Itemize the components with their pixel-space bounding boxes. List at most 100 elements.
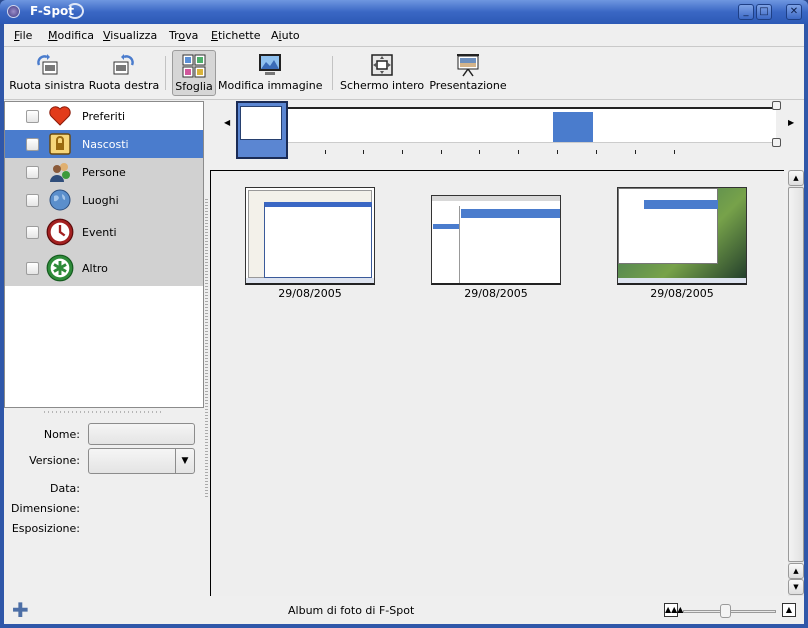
minimize-button[interactable]: _: [738, 4, 754, 20]
scroll-up-button[interactable]: ▲: [788, 170, 804, 186]
name-field[interactable]: [88, 423, 195, 445]
tag-label: Persone: [82, 166, 126, 179]
application-window: F-Spot _ □ ✕ File Modifica Visualizza Tr…: [0, 0, 808, 628]
tag-row-luoghi[interactable]: Luoghi: [5, 186, 203, 214]
timeline-right-arrow-icon[interactable]: ▶: [788, 118, 794, 127]
tag-checkbox[interactable]: [26, 110, 39, 123]
status-bar: ✚ Album di foto di F-Spot ▲▲▲ ▲: [4, 598, 804, 624]
tag-checkbox[interactable]: [26, 262, 39, 275]
timeline-tick: [674, 150, 675, 154]
name-label: Nome:: [43, 428, 80, 441]
fullscreen-button[interactable]: Schermo intero: [340, 50, 424, 96]
menu-file[interactable]: File: [14, 29, 32, 42]
photo-thumbnail[interactable]: 29/08/2005: [245, 187, 375, 300]
lock-icon: [49, 133, 71, 155]
photo-date: 29/08/2005: [278, 287, 342, 300]
tag-row-eventi[interactable]: Eventi: [5, 214, 203, 250]
timeline-end-handle[interactable]: [772, 138, 781, 147]
rotate-left-button[interactable]: Ruota sinistra: [8, 50, 86, 96]
timeline-tick: [363, 150, 364, 154]
tag-label: Preferiti: [82, 110, 126, 123]
people-icon: [50, 163, 70, 182]
photo-image[interactable]: [431, 195, 561, 285]
slideshow-button[interactable]: Presentazione: [428, 50, 508, 96]
zoom-in-tree-icon[interactable]: ▲: [782, 603, 796, 617]
timeline-left-arrow-icon[interactable]: ◀: [224, 118, 230, 127]
photo-thumbnail[interactable]: 29/08/2005: [431, 195, 561, 300]
timeline-tick: [441, 150, 442, 154]
toolbar-separator: [332, 56, 333, 90]
chevron-down-icon[interactable]: ▼: [175, 449, 194, 473]
fullscreen-icon: [371, 54, 393, 76]
slideshow-label: Presentazione: [429, 79, 507, 92]
menu-etichette[interactable]: Etichette: [211, 29, 261, 42]
scroll-down-button[interactable]: ▼: [788, 579, 804, 595]
zoom-slider-knob[interactable]: [719, 604, 731, 618]
toolbar-separator: [165, 56, 166, 90]
rotate-left-label: Ruota sinistra: [9, 79, 85, 92]
title-bar[interactable]: F-Spot _ □ ✕: [0, 0, 808, 24]
timeline-tick: [596, 150, 597, 154]
close-button[interactable]: ✕: [786, 4, 802, 20]
photo-image[interactable]: [617, 187, 747, 285]
timeline-tick: [479, 150, 480, 154]
timeline-selection-window: [240, 106, 282, 140]
tag-row-preferiti[interactable]: Preferiti: [5, 102, 203, 130]
timeline-selection-glass[interactable]: [236, 101, 288, 159]
timeline-bar[interactable]: [240, 107, 776, 143]
edit-image-icon: [259, 54, 281, 75]
tag-label: Altro: [82, 262, 108, 275]
exposure-label: Esposizione:: [11, 522, 80, 535]
tag-checkbox[interactable]: [26, 194, 39, 207]
menu-modifica[interactable]: Modifica: [48, 29, 94, 42]
rotate-right-icon: [113, 54, 134, 75]
browse-label: Sfoglia: [175, 80, 213, 93]
rotate-right-button[interactable]: Ruota destra: [88, 50, 160, 96]
browse-grid-icon: [182, 54, 206, 78]
menu-bar: File Modifica Visualizza Trova Etichette…: [4, 24, 804, 47]
heart-icon: [49, 106, 71, 126]
tag-label: Eventi: [82, 226, 117, 239]
fullscreen-label: Schermo intero: [340, 79, 425, 92]
tag-checkbox[interactable]: [26, 226, 39, 239]
pane-resize-handle[interactable]: [205, 199, 208, 499]
sidebar-split-handle[interactable]: [44, 411, 164, 413]
timeline-tick: [402, 150, 403, 154]
scroll-thumb[interactable]: [788, 187, 804, 562]
menu-aiuto[interactable]: Aiuto: [271, 29, 300, 42]
edit-image-label: Modifica immagine: [218, 79, 323, 92]
timeline[interactable]: ◀ ▶: [210, 101, 804, 159]
swirl-logo-icon: [66, 3, 84, 19]
photo-image[interactable]: [245, 187, 375, 285]
maximize-button[interactable]: □: [756, 4, 772, 20]
edit-image-button[interactable]: Modifica immagine: [218, 50, 322, 96]
browse-button[interactable]: Sfoglia: [172, 50, 216, 96]
asterisk-icon: [46, 254, 74, 282]
menu-visualizza[interactable]: Visualizza: [103, 29, 157, 42]
photo-date: 29/08/2005: [650, 287, 714, 300]
photo-date: 29/08/2005: [464, 287, 528, 300]
zoom-out-trees-icon[interactable]: ▲▲▲: [664, 603, 683, 617]
toolbar: Ruota sinistra Ruota destra Sfoglia Modi…: [4, 48, 804, 100]
tag-row-persone[interactable]: Persone: [5, 158, 203, 186]
timeline-tick: [557, 150, 558, 154]
scroll-up-button[interactable]: ▲: [788, 563, 804, 579]
rotate-right-label: Ruota destra: [88, 79, 160, 92]
tag-checkbox[interactable]: [26, 138, 39, 151]
timeline-tick: [325, 150, 326, 154]
tag-checkbox[interactable]: [26, 166, 39, 179]
menu-trova[interactable]: Trova: [169, 29, 198, 42]
clock-icon: [46, 218, 74, 246]
date-label: Data:: [50, 482, 80, 495]
timeline-tick: [635, 150, 636, 154]
version-label: Versione:: [29, 454, 80, 467]
timeline-tick: [518, 150, 519, 154]
photo-thumbnail[interactable]: 29/08/2005: [617, 187, 747, 300]
add-icon[interactable]: ✚: [12, 600, 29, 620]
tag-row-nascosti[interactable]: Nascosti: [5, 130, 203, 158]
tag-row-altro[interactable]: Altro: [5, 250, 203, 286]
version-combo[interactable]: ▼: [88, 448, 195, 474]
photo-grid-scrollbar[interactable]: ▲ ▲ ▼: [788, 170, 804, 596]
app-icon[interactable]: [7, 5, 20, 18]
timeline-end-handle[interactable]: [772, 101, 781, 110]
